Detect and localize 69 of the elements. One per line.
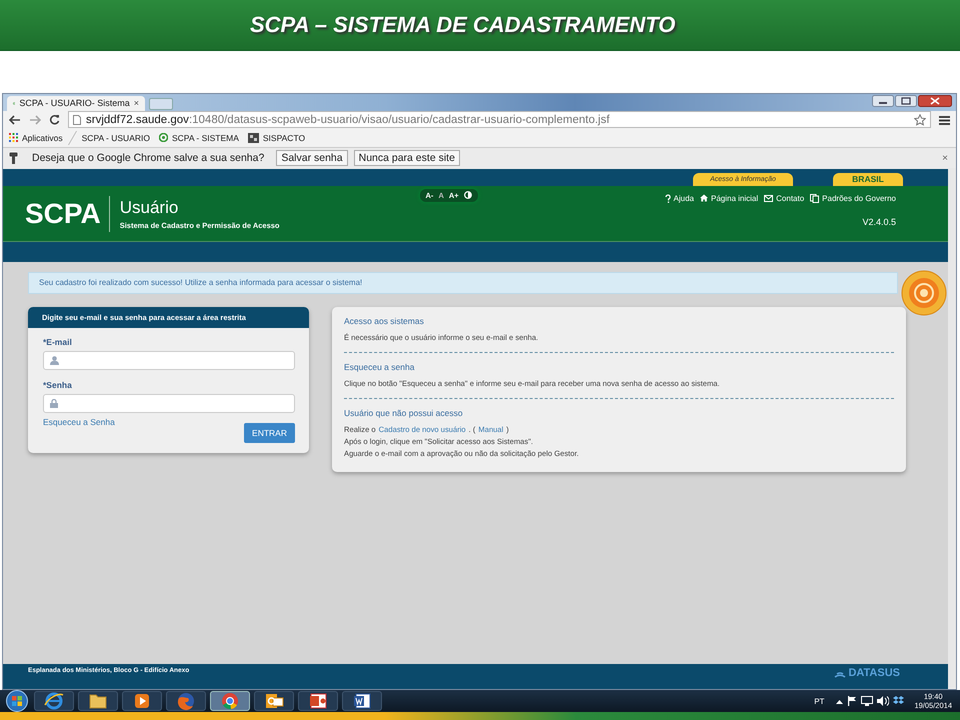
email-field[interactable] bbox=[43, 350, 295, 370]
gov-tab[interactable]: BRASIL bbox=[833, 172, 903, 186]
lock-icon bbox=[50, 398, 58, 408]
key-icon bbox=[9, 152, 18, 164]
start-orb-icon[interactable] bbox=[4, 690, 30, 712]
system-title: Usuário bbox=[120, 198, 180, 218]
star-icon[interactable] bbox=[914, 114, 926, 126]
help-icon bbox=[664, 194, 671, 203]
field-label: *Senha bbox=[43, 380, 73, 390]
footer-brand: DATASUS bbox=[848, 667, 900, 680]
taskbar-button[interactable] bbox=[122, 691, 162, 712]
language-indicator[interactable]: PT bbox=[814, 696, 824, 706]
close-button[interactable]: × bbox=[942, 152, 948, 164]
field-label: *E-mail bbox=[43, 336, 73, 347]
tile-icon bbox=[248, 132, 259, 143]
contrast-icon[interactable] bbox=[464, 191, 472, 200]
taskbar-button[interactable] bbox=[342, 691, 382, 712]
success-alert: Seu cadastro foi realizado com sucesso! Utilize a senha informada para acessar o sistema! bbox=[28, 272, 898, 294]
bookmark[interactable]: SCPA - SISTEMA bbox=[158, 132, 239, 143]
password-prompt: Deseja que o Google Chrome salve a sua senha? bbox=[32, 152, 264, 164]
mail-icon bbox=[764, 194, 774, 202]
seal-icon bbox=[901, 270, 947, 316]
back-icon[interactable] bbox=[9, 114, 21, 125]
taskbar-button[interactable] bbox=[78, 691, 118, 712]
apps-grid-icon bbox=[9, 133, 18, 142]
minimize-icon[interactable] bbox=[872, 94, 894, 107]
swirl-icon bbox=[158, 133, 168, 142]
box-icon[interactable] bbox=[893, 696, 904, 706]
address-bar[interactable]: srvjddf72.saude.gov:10480/datasus-scpaweb-usuario/visao/usuario/cadastrar-usuario-complemento.jsf bbox=[68, 111, 931, 128]
section-heading: Esqueceu a senha bbox=[344, 362, 416, 372]
bookmark[interactable]: Aplicativos bbox=[9, 132, 63, 143]
nav-link[interactable]: Contato bbox=[764, 194, 804, 203]
tab-close-button[interactable]: × bbox=[134, 98, 139, 108]
taskbar-button[interactable] bbox=[298, 691, 338, 712]
page-icon bbox=[73, 114, 81, 125]
prompt-button[interactable]: Salvar senha bbox=[276, 150, 348, 166]
password-field[interactable] bbox=[43, 394, 295, 413]
home-icon bbox=[700, 194, 708, 202]
reload-icon[interactable] bbox=[49, 114, 60, 126]
nav-link[interactable]: Padrões do Governo bbox=[810, 194, 896, 203]
logo-text: SCPA bbox=[25, 196, 110, 232]
taskbar-button[interactable] bbox=[210, 691, 250, 712]
prompt-button[interactable]: Nunca para este site bbox=[354, 150, 460, 166]
taskbar-button[interactable] bbox=[254, 691, 294, 712]
close-icon[interactable] bbox=[918, 94, 952, 107]
browser-tab[interactable]: SCPA - USUARIO- Sistema × bbox=[7, 96, 145, 111]
url-text: srvjddf72.saude.gov:10480/datasus-scpaweb-usuario/visao/usuario/cadastrar-usuario-complemento.jsf bbox=[86, 114, 610, 126]
section-heading: Usuário que não possui acesso bbox=[344, 408, 464, 418]
caret-icon[interactable] bbox=[836, 698, 844, 704]
forgot-password-link[interactable]: Esqueceu a Senha bbox=[43, 416, 115, 427]
ie-icon bbox=[43, 690, 65, 712]
taskbar-button[interactable] bbox=[34, 691, 74, 712]
menu-icon[interactable] bbox=[939, 114, 950, 125]
tab-title: SCPA - USUARIO- Sistema bbox=[19, 98, 130, 108]
bookmark[interactable]: SCPA - USUARIO bbox=[82, 132, 150, 143]
volume-icon[interactable] bbox=[877, 696, 890, 706]
nav-link[interactable]: Página inicial bbox=[700, 194, 758, 203]
maximize-icon[interactable] bbox=[895, 94, 917, 107]
person-icon bbox=[50, 356, 59, 365]
version-label: V2.4.0.5 bbox=[862, 216, 896, 227]
slide-title: SCPA – SISTEMA DE CADASTRAMENTO bbox=[250, 12, 676, 38]
login-button[interactable]: ENTRAR bbox=[244, 422, 295, 443]
network-icon[interactable] bbox=[861, 696, 874, 706]
flag-icon[interactable] bbox=[847, 696, 858, 706]
globe-icon bbox=[175, 690, 197, 712]
section-heading: Acesso aos sistemas bbox=[344, 316, 425, 326]
nav-link[interactable]: Ajuda bbox=[664, 194, 694, 203]
pages-icon bbox=[810, 194, 820, 203]
bookmark[interactable]: SISPACTO bbox=[248, 132, 306, 143]
